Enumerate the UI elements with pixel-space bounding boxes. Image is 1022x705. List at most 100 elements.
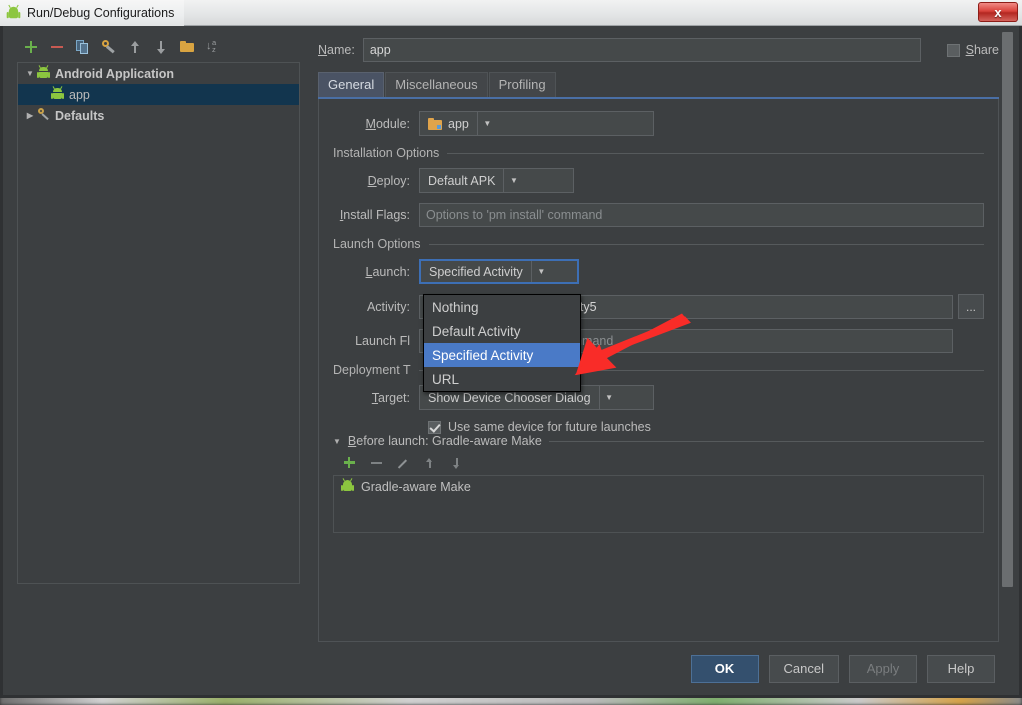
before-launch-title: Before launch: Gradle-aware Make xyxy=(347,434,542,448)
chevron-down-icon[interactable]: ▼ xyxy=(598,386,619,409)
sort-alpha-icon[interactable]: ↓ a z xyxy=(205,39,221,55)
launch-value: Specified Activity xyxy=(429,264,523,279)
tree-node-app[interactable]: app xyxy=(18,84,299,105)
launch-dropdown-menu[interactable]: Nothing Default Activity Specified Activ… xyxy=(423,294,581,392)
deploy-row: Deploy: Default APK ▼ xyxy=(333,168,984,193)
arrow-down-icon[interactable] xyxy=(450,456,464,470)
section-divider xyxy=(428,243,984,245)
android-icon xyxy=(36,65,54,82)
chevron-down-icon[interactable]: ▼ xyxy=(476,112,497,135)
window-title: Run/Debug Configurations xyxy=(27,5,175,20)
tree-node-label: Defaults xyxy=(55,108,105,123)
launch-combo[interactable]: Specified Activity ▼ xyxy=(419,259,579,284)
name-row: Name: app Share xyxy=(318,38,999,62)
dropdown-item-url[interactable]: URL xyxy=(424,367,580,391)
tree-node-android-application[interactable]: ▼ Android Application xyxy=(18,63,299,84)
vertical-scrollbar[interactable] xyxy=(1002,32,1013,587)
android-icon xyxy=(6,4,21,20)
list-item[interactable]: Gradle-aware Make xyxy=(334,476,983,498)
module-label: Module: xyxy=(365,116,410,131)
same-device-checkbox[interactable] xyxy=(428,420,441,434)
help-button[interactable]: Help xyxy=(927,654,995,683)
installation-options-section: Installation Options xyxy=(333,146,984,160)
general-tab-panel: Module: app ▼ Installation Options Deplo… xyxy=(318,99,999,642)
install-flags-row: Install Flags: Options to 'pm install' c… xyxy=(333,203,984,227)
configuration-editor-pane: Name: app Share General Miscellaneous Pr… xyxy=(310,26,1019,642)
before-launch-header[interactable]: ▼ Before launch: Gradle-aware Make xyxy=(333,434,984,448)
minus-icon[interactable] xyxy=(49,39,65,55)
chevron-down-icon[interactable]: ▼ xyxy=(23,69,37,78)
deployment-target-title: Deployment T xyxy=(333,363,411,377)
tab-general[interactable]: General xyxy=(318,72,385,97)
share-checkbox-group[interactable]: Share xyxy=(946,43,999,57)
activity-browse-button[interactable]: ... xyxy=(958,294,984,319)
configurations-pane: ↓ a z ▼ Android Application app ▶ Defaul… xyxy=(3,26,310,642)
task-label: Gradle-aware Make xyxy=(361,480,471,494)
arrow-up-icon[interactable] xyxy=(423,456,437,470)
arrow-down-icon[interactable] xyxy=(153,39,169,55)
ok-button[interactable]: OK xyxy=(690,654,759,683)
android-icon xyxy=(50,86,68,103)
minus-icon[interactable] xyxy=(369,456,383,470)
dropdown-item-default-activity[interactable]: Default Activity xyxy=(424,319,580,343)
deploy-label: Deploy: xyxy=(367,173,410,188)
module-combo[interactable]: app ▼ xyxy=(419,111,654,136)
pencil-icon[interactable] xyxy=(396,456,410,470)
titlebar-label-group: Run/Debug Configurations xyxy=(0,0,185,26)
copy-icon[interactable] xyxy=(75,39,91,55)
plus-icon[interactable] xyxy=(23,39,39,55)
launch-row: Launch: Specified Activity ▼ Nothing Def… xyxy=(333,259,984,392)
tab-profiling[interactable]: Profiling xyxy=(488,72,556,97)
chevron-right-icon[interactable]: ▶ xyxy=(23,111,37,120)
tree-node-defaults[interactable]: ▶ Defaults xyxy=(18,105,299,126)
dropdown-item-nothing[interactable]: Nothing xyxy=(424,295,580,319)
arrow-up-icon[interactable] xyxy=(127,39,143,55)
share-checkbox[interactable] xyxy=(946,43,960,57)
same-device-label: Use same device for future launches xyxy=(448,420,651,434)
install-flags-label: Install Flags: xyxy=(339,208,410,222)
window-titlebar: Run/Debug Configurations x xyxy=(0,0,1022,26)
folder-icon[interactable] xyxy=(179,39,195,55)
before-launch-task-list[interactable]: Gradle-aware Make xyxy=(333,475,984,533)
module-row: Module: app ▼ xyxy=(333,111,984,136)
same-device-checkbox-group[interactable]: Use same device for future launches xyxy=(428,420,984,434)
apply-button[interactable]: Apply xyxy=(849,654,917,683)
dropdown-item-specified-activity[interactable]: Specified Activity xyxy=(424,343,580,367)
section-divider xyxy=(447,152,984,154)
dialog-body: ↓ a z ▼ Android Application app ▶ Defaul… xyxy=(0,26,1022,642)
target-label: Target: xyxy=(371,390,410,405)
launch-label: Launch: xyxy=(365,264,410,279)
chevron-down-icon[interactable]: ▼ xyxy=(503,169,523,192)
tree-node-label: Android Application xyxy=(55,66,174,81)
launch-flags-label: Launch Fl xyxy=(355,334,410,348)
install-flags-input[interactable]: Options to 'pm install' command xyxy=(419,203,984,227)
name-input[interactable]: app xyxy=(362,38,921,62)
dialog-button-bar: OK Cancel Apply Help xyxy=(0,642,1022,698)
share-label: Share xyxy=(965,43,999,57)
chevron-down-icon[interactable]: ▼ xyxy=(530,261,551,282)
chevron-down-icon[interactable]: ▼ xyxy=(333,437,341,446)
before-launch-toolbar xyxy=(333,451,984,475)
scrollbar-thumb[interactable] xyxy=(1002,32,1013,587)
deploy-value: Default APK xyxy=(428,173,496,188)
plus-icon[interactable] xyxy=(342,456,356,470)
run-debug-configurations-window: Run/Debug Configurations x ↓ a z ▼ Andro… xyxy=(0,0,1022,698)
wrench-icon xyxy=(37,107,54,124)
tab-miscellaneous[interactable]: Miscellaneous xyxy=(385,72,488,97)
tree-node-label: app xyxy=(69,87,90,102)
section-divider xyxy=(548,440,984,442)
android-icon xyxy=(340,478,355,495)
configurations-tree[interactable]: ▼ Android Application app ▶ Defaults xyxy=(17,62,300,584)
installation-options-title: Installation Options xyxy=(333,146,440,160)
close-icon[interactable]: x xyxy=(978,2,1018,22)
launch-options-section: Launch Options xyxy=(333,237,984,251)
cancel-button[interactable]: Cancel xyxy=(768,654,839,683)
tree-toolbar: ↓ a z xyxy=(17,34,300,60)
module-value: app xyxy=(448,116,469,131)
tab-bar: General Miscellaneous Profiling xyxy=(318,72,999,97)
launch-options-title: Launch Options xyxy=(333,237,421,251)
deploy-combo[interactable]: Default APK ▼ xyxy=(419,168,574,193)
module-folder-icon xyxy=(428,117,442,130)
module-combo-value-group: app xyxy=(420,112,477,135)
wrench-icon[interactable] xyxy=(101,39,117,55)
